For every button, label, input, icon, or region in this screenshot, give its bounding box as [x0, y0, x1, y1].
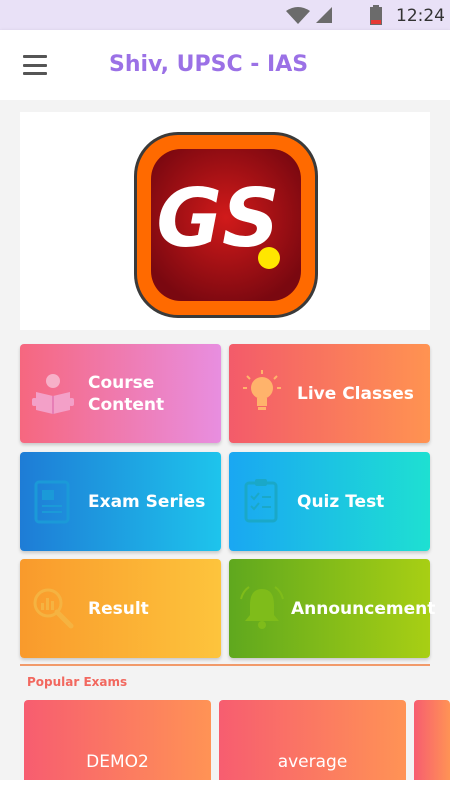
battery-icon: [370, 5, 382, 25]
exam-card-average[interactable]: average: [219, 700, 406, 780]
exam-series-tile[interactable]: Exam Series: [20, 452, 221, 551]
exam-card-name: average: [277, 752, 348, 772]
exam-card-name: DEMO2: [86, 752, 149, 772]
quiz-test-label: Quiz Test: [297, 492, 385, 512]
lightbulb-icon: [243, 370, 281, 410]
bell-icon: [240, 586, 284, 629]
live-classes-tile[interactable]: Live Classes: [229, 344, 430, 443]
app-title: Shiv, UPSC - IAS: [109, 52, 309, 77]
hamburger-menu-icon[interactable]: [18, 50, 52, 80]
announcement-label: Announcement: [291, 599, 436, 619]
status-time: 12:24: [396, 6, 445, 26]
section-divider: [20, 664, 430, 666]
status-bar: 12:24: [0, 0, 450, 30]
exam-card-partial[interactable]: [414, 700, 450, 780]
popular-exams-title: Popular Exams: [27, 675, 128, 689]
reading-student-icon: [32, 374, 74, 414]
banner: GS: [20, 112, 430, 330]
bottom-strip: [0, 780, 450, 800]
result-label: Result: [88, 599, 149, 619]
exam-sheet-icon: [34, 480, 70, 524]
exam-card-demo2[interactable]: DEMO2: [24, 700, 211, 780]
clipboard-checklist-icon: [244, 479, 278, 523]
signal-icon: [316, 7, 332, 23]
course-content-tile[interactable]: Course Content: [20, 344, 221, 443]
exam-series-label: Exam Series: [88, 492, 206, 512]
quiz-test-tile[interactable]: Quiz Test: [229, 452, 430, 551]
wifi-icon: [286, 7, 310, 24]
announcement-tile[interactable]: Announcement: [229, 559, 435, 658]
gs-logo: GS: [134, 132, 318, 318]
live-classes-label: Live Classes: [297, 384, 414, 404]
result-tile[interactable]: Result: [20, 559, 221, 658]
course-content-label: Course Content: [88, 373, 165, 415]
magnifier-chart-icon: [33, 588, 74, 629]
app-bar: Shiv, UPSC - IAS: [0, 30, 450, 100]
